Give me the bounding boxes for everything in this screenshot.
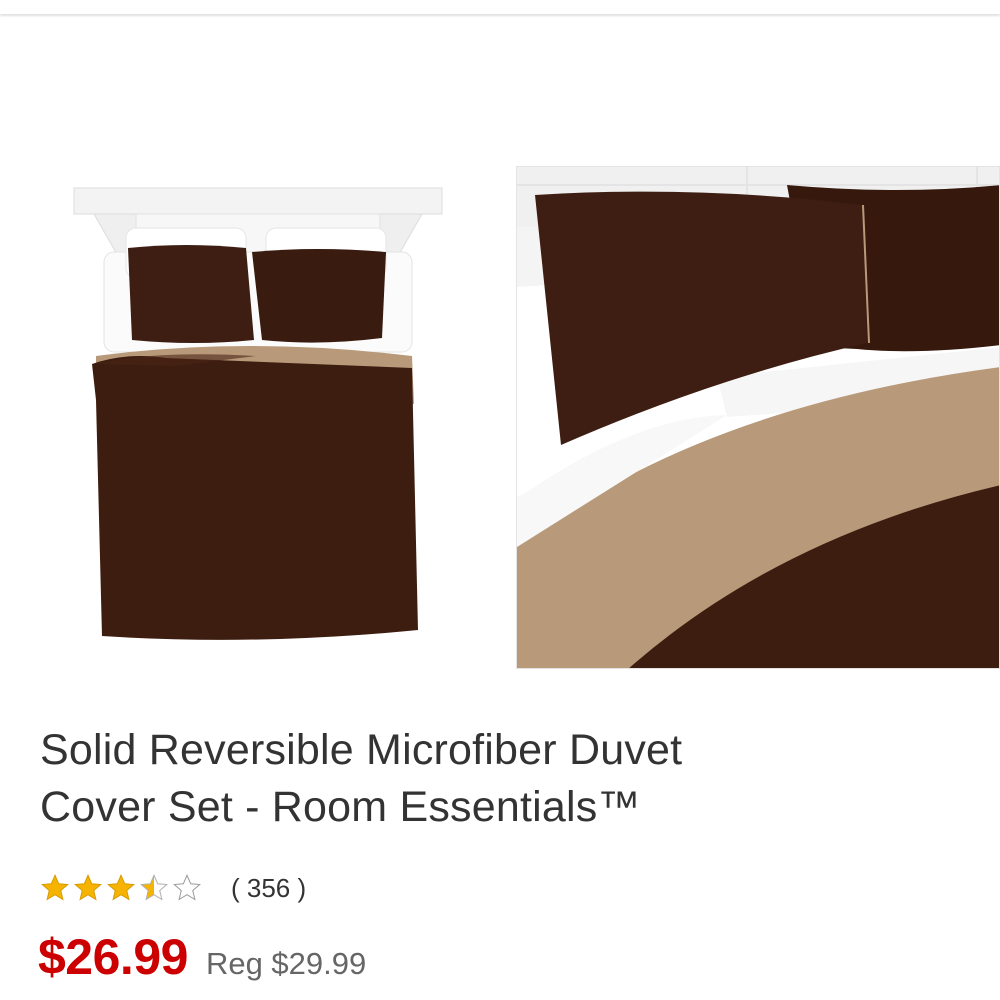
star-half-icon [140, 873, 168, 901]
star-full-icon [74, 873, 102, 901]
product-image-bed-top-view[interactable] [66, 160, 450, 660]
star-empty-icon [173, 873, 201, 901]
product-title-line-1: Solid Reversible Microfiber Duvet [40, 726, 683, 774]
sale-price: $26.99 [38, 929, 188, 985]
star-full-icon [41, 873, 69, 901]
star-full-icon [107, 873, 135, 901]
star-rating [40, 873, 205, 903]
close-up-illustration [517, 167, 999, 668]
product-title-line-2: Cover Set - Room Essentials™ [40, 783, 641, 831]
bed-top-view-illustration [73, 187, 443, 640]
promo-text-cut-off [40, 990, 48, 1000]
product-image-close-up[interactable] [516, 166, 1000, 669]
product-title: Solid Reversible Microfiber Duvet Cover … [40, 722, 940, 836]
price-row: $26.99 Reg $29.99 [38, 928, 366, 986]
product-image-gallery[interactable] [0, 0, 1000, 700]
regular-price: Reg $29.99 [205, 946, 367, 981]
rating-row[interactable]: ( 356 ) [40, 866, 306, 910]
review-count-link[interactable]: ( 356 ) [231, 873, 306, 904]
